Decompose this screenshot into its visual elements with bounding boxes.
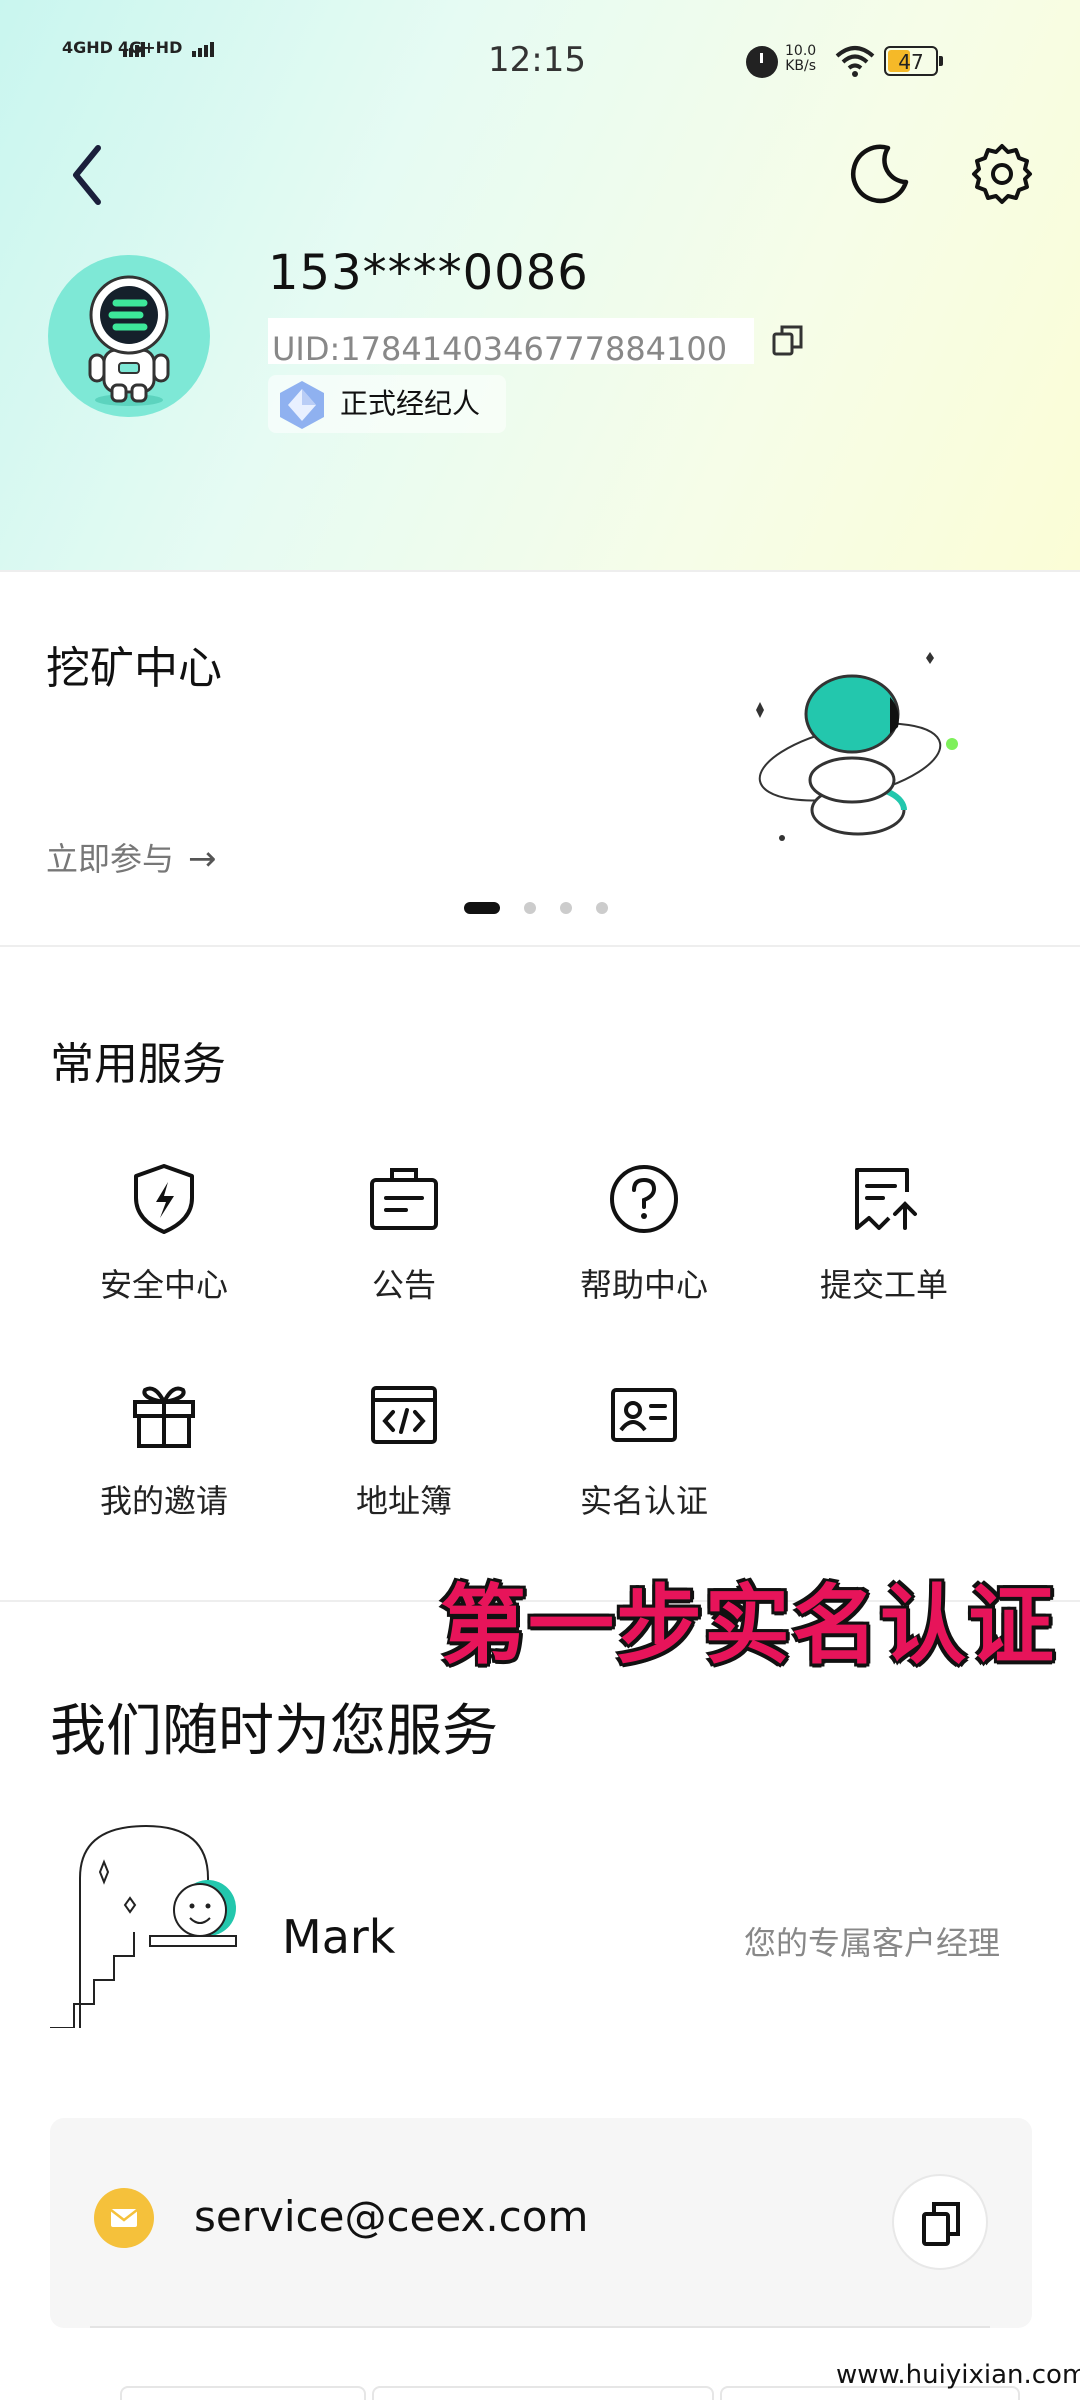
account-phone: 153****0086 [268, 245, 589, 301]
moon-icon [851, 144, 909, 204]
wifi-icon [835, 46, 875, 77]
announcement-icon [370, 1168, 438, 1230]
service-my-invitations[interactable]: 我的邀请 [44, 1378, 284, 1548]
join-now-link[interactable]: 立即参与 → [46, 834, 217, 880]
service-announcements[interactable]: 公告 [284, 1162, 524, 1332]
copy-email-button[interactable] [892, 2174, 988, 2270]
astronaut-avatar-image [88, 275, 170, 406]
support-section-title: 我们随时为您服务 [50, 1699, 498, 1764]
uid-field: UID:1784140346777884100 [268, 318, 754, 364]
manager-role: 您的专属客户经理 [744, 1924, 1001, 1962]
broker-badge: 正式经纪人 [268, 375, 507, 433]
settings-button[interactable] [970, 142, 1034, 206]
status-time: 12:15 [488, 40, 586, 80]
pagination-dot-active [464, 902, 500, 914]
badge-label: 正式经纪人 [340, 387, 481, 420]
copy-icon [922, 2202, 960, 2246]
network-speed: 10.0 KB/s [785, 43, 817, 74]
address-book-icon [371, 1386, 437, 1444]
coin-stack-illustration [756, 652, 958, 841]
pagination-dot [596, 902, 608, 914]
manager-name: Mark [282, 1910, 396, 1964]
service-label: 地址簿 [355, 1482, 452, 1520]
watermark: www.huiyixian.com [836, 2360, 1080, 2390]
gear-icon [972, 144, 1032, 204]
service-label: 帮助中心 [579, 1266, 708, 1304]
copy-icon [772, 325, 803, 356]
battery-indicator: 47 [884, 46, 943, 76]
email-card: service@ceex.com [50, 2118, 1032, 2328]
uid-text: UID:1784140346777884100 [272, 330, 728, 364]
pagination-dot [524, 902, 536, 914]
avatar[interactable] [48, 255, 210, 417]
shield-icon [134, 1164, 194, 1234]
divider [0, 945, 1080, 947]
pagination-dot [560, 902, 572, 914]
arrow-right-icon: → [188, 839, 217, 879]
status-bar: 4GHD 4G+HD 12:15 10.0 KB/s 47 [0, 0, 1080, 120]
service-label: 安全中心 [99, 1266, 228, 1304]
alarm-icon [746, 46, 778, 78]
customer-manager-illustration [50, 1824, 237, 2028]
diamond-badge-icon [280, 381, 324, 429]
step-caption-overlay: 第一步实名认证 [440, 1575, 1056, 1676]
mail-icon [94, 2188, 154, 2248]
service-real-name-verification[interactable]: 实名认证 [524, 1378, 764, 1548]
gift-icon [133, 1386, 195, 1448]
service-security-center[interactable]: 安全中心 [44, 1162, 284, 1332]
services-section-title: 常用服务 [50, 1039, 226, 1090]
service-submit-ticket[interactable]: 提交工单 [764, 1162, 1004, 1332]
signal-indicator-2: 4G+HD [118, 38, 216, 57]
service-address-book[interactable]: 地址簿 [284, 1378, 524, 1548]
service-label: 提交工单 [819, 1266, 948, 1304]
service-label: 实名认证 [579, 1482, 708, 1520]
mining-banner[interactable]: 挖矿中心 立即参与 → [0, 572, 1080, 947]
service-label: 公告 [371, 1266, 436, 1304]
help-icon [610, 1165, 678, 1233]
service-help-center[interactable]: 帮助中心 [524, 1162, 764, 1332]
chevron-left-icon [73, 145, 101, 205]
theme-toggle-button[interactable] [848, 142, 912, 206]
divider [90, 2326, 990, 2328]
copy-uid-button[interactable] [770, 322, 806, 358]
service-label: 我的邀请 [99, 1482, 228, 1520]
ticket-icon [855, 1168, 917, 1230]
support-email: service@ceex.com [194, 2192, 589, 2241]
id-card-icon [611, 1388, 677, 1442]
back-button[interactable] [62, 140, 122, 210]
banner-title: 挖矿中心 [46, 643, 222, 694]
